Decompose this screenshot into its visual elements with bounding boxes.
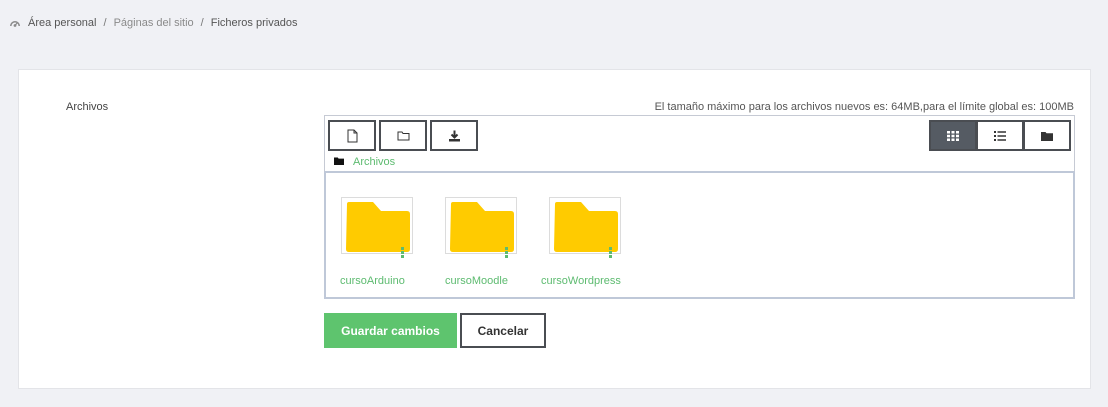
list-view-button[interactable] xyxy=(976,120,1024,151)
breadcrumb-item-area-personal[interactable]: Área personal xyxy=(28,17,97,29)
folder-name[interactable]: cursoArduino xyxy=(340,275,405,287)
tree-view-button[interactable] xyxy=(1023,120,1071,151)
breadcrumb-item-ficheros-privados[interactable]: Ficheros privados xyxy=(211,17,298,29)
folder-icon xyxy=(334,156,344,168)
dashboard-icon[interactable] xyxy=(9,17,21,29)
folder-menu-icon[interactable] xyxy=(505,247,508,258)
folder-thumbnail[interactable] xyxy=(445,197,517,254)
folder-name[interactable]: cursoWordpress xyxy=(541,275,621,287)
folder-tree-icon xyxy=(1041,131,1053,141)
cancel-button[interactable]: Cancelar xyxy=(460,313,546,348)
breadcrumb-item-paginas-del-sitio[interactable]: Páginas del sitio xyxy=(114,17,194,29)
folder-menu-icon[interactable] xyxy=(401,247,404,258)
file-add-icon xyxy=(347,129,358,143)
add-file-button[interactable] xyxy=(328,120,376,151)
grid-view-icon xyxy=(947,130,959,141)
download-all-button[interactable] xyxy=(430,120,478,151)
path-bar: Archivos xyxy=(334,156,395,168)
folder-thumbnail[interactable] xyxy=(549,197,621,254)
main-card: Archivos El tamaño máximo para los archi… xyxy=(18,69,1091,389)
folder-icon xyxy=(346,202,410,252)
download-icon xyxy=(448,130,461,142)
filepicker-toolbar: Archivos xyxy=(324,115,1075,171)
breadcrumb-separator: / xyxy=(200,17,204,29)
path-link-archivos[interactable]: Archivos xyxy=(353,156,395,168)
folder-name[interactable]: cursoMoodle xyxy=(445,275,508,287)
create-folder-button[interactable] xyxy=(379,120,427,151)
filepicker-content: cursoArduino cursoMoodle cursoWordpress xyxy=(324,171,1075,299)
folder-thumbnail[interactable] xyxy=(341,197,413,254)
save-changes-button[interactable]: Guardar cambios xyxy=(324,313,457,348)
breadcrumb-separator: / xyxy=(103,17,107,29)
max-size-info: El tamaño máximo para los archivos nuevo… xyxy=(654,101,1074,113)
folder-icon xyxy=(554,202,618,252)
grid-view-button[interactable] xyxy=(929,120,977,151)
folder-icon xyxy=(450,202,514,252)
field-label-archivos: Archivos xyxy=(66,101,109,113)
folder-add-icon xyxy=(397,130,410,141)
breadcrumb: Área personal / Páginas del sitio / Fich… xyxy=(9,17,298,29)
list-view-icon xyxy=(994,130,1006,141)
folder-menu-icon[interactable] xyxy=(609,247,612,258)
